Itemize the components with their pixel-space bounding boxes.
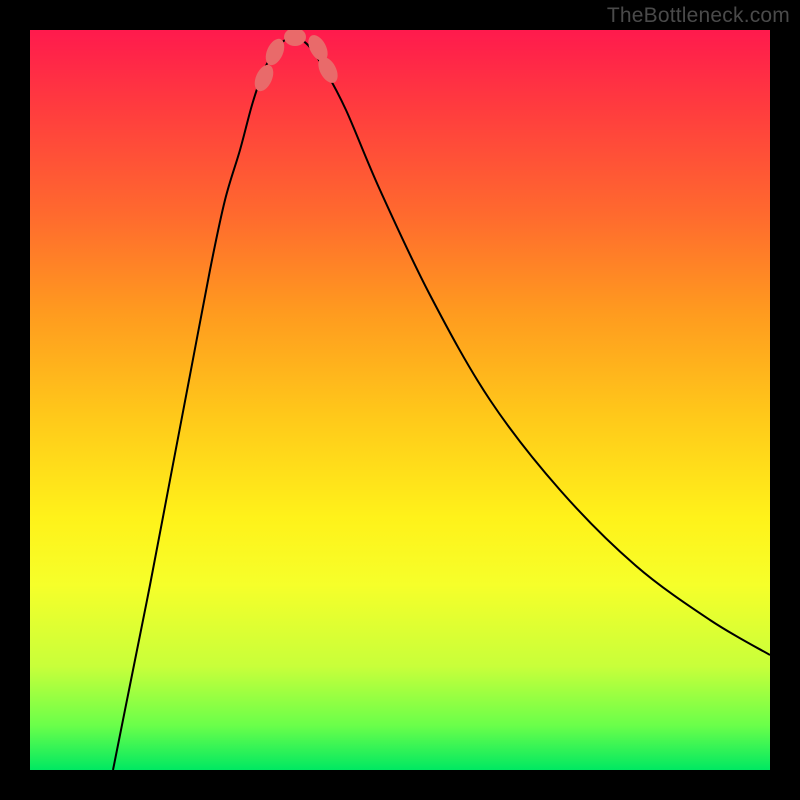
marker-group <box>251 30 342 94</box>
chart-frame: TheBottleneck.com <box>0 0 800 800</box>
watermark-label: TheBottleneck.com <box>607 4 790 28</box>
series-marker <box>284 30 306 46</box>
curve-layer <box>30 30 770 770</box>
plot-area <box>30 30 770 770</box>
left-branch-curve <box>113 35 292 770</box>
series-marker <box>251 62 277 94</box>
right-branch-curve <box>292 35 770 655</box>
